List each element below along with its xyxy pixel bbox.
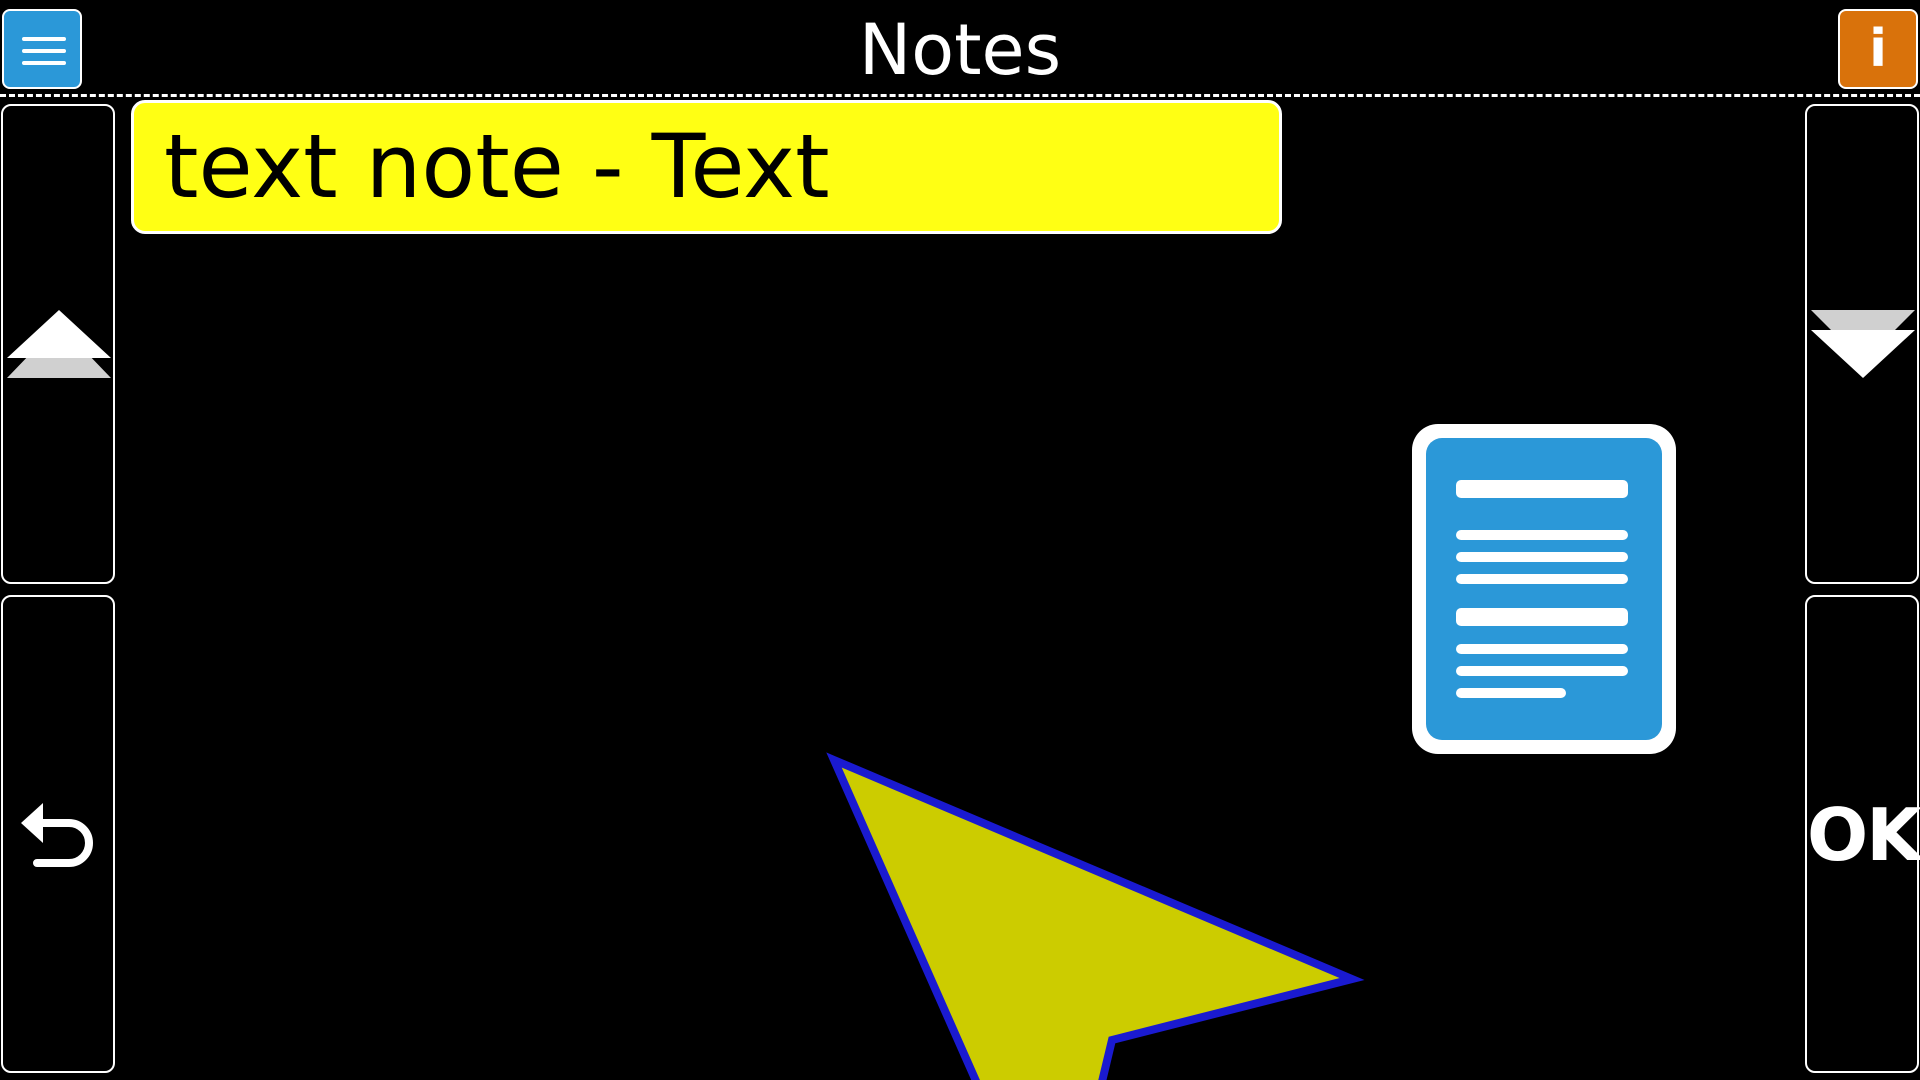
navigation-arrow-icon[interactable] bbox=[0, 0, 1920, 1080]
notes-screen: Notes i OK text note - Text bbox=[0, 0, 1920, 1080]
